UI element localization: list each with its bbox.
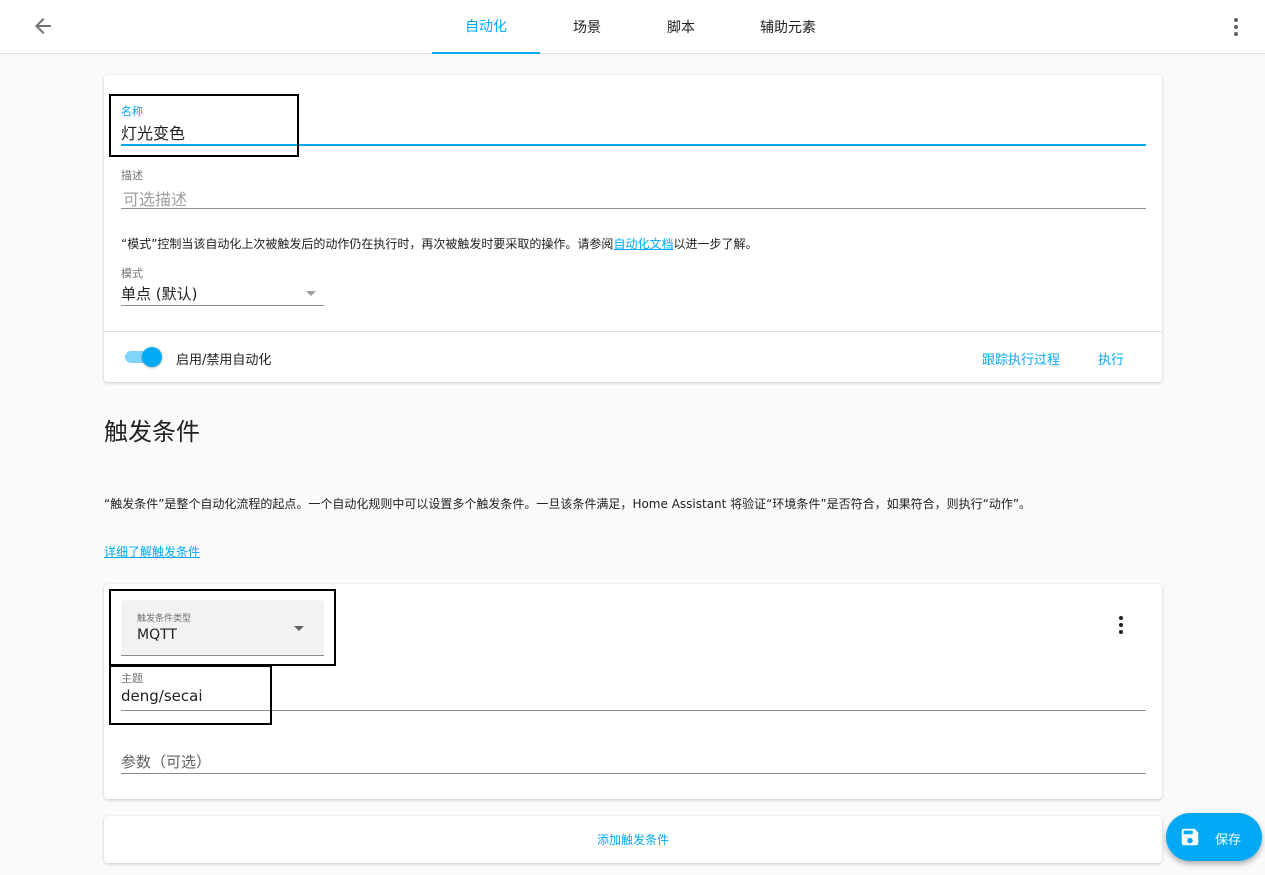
overflow-menu-icon[interactable]	[1224, 15, 1248, 39]
mode-description: “模式”控制当该自动化上次被触发后的动作仍在执行时，再次被触发时要采取的操作。请…	[121, 235, 757, 252]
save-button-label: 保存	[1215, 833, 1242, 848]
dropdown-arrow-icon	[294, 626, 304, 631]
card-actions-divider	[104, 331, 1162, 332]
automation-docs-link[interactable]: 自动化文档	[613, 237, 673, 251]
trigger-type-label: 触发条件类型	[137, 614, 192, 624]
tab-scripts[interactable]: 脚本	[634, 0, 728, 54]
run-button[interactable]: 执行	[1098, 349, 1124, 368]
floppy-disk-icon	[1179, 826, 1201, 848]
toggle-thumb	[142, 347, 162, 367]
mode-select-label: 模式	[121, 267, 143, 280]
topic-field-underline	[121, 710, 1146, 711]
description-field-placeholder: 可选描述	[123, 190, 188, 209]
top-app-bar: 自动化 场景 脚本 辅助元素	[0, 0, 1265, 54]
payload-field[interactable]: 参数（可选）	[121, 744, 1146, 774]
topic-field[interactable]: 主题 deng/secai	[121, 668, 1146, 712]
description-field-underline	[121, 208, 1146, 209]
trigger-type-underline	[121, 655, 324, 656]
topic-field-label: 主题	[121, 672, 143, 685]
trigger-type-select[interactable]: 触发条件类型 MQTT	[121, 600, 324, 656]
topic-field-value: deng/secai	[121, 687, 203, 705]
save-button[interactable]: 保存	[1166, 813, 1262, 861]
mode-description-text-end: 以进一步了解。	[673, 237, 758, 251]
automation-settings-card: 名称 灯光变色 描述 可选描述 “模式”控制当该自动化上次被触发后的动作仍在执行…	[104, 75, 1162, 382]
trigger-card: 触发条件类型 MQTT 主题 deng/secai 参数（可选）	[104, 584, 1162, 799]
add-trigger-button[interactable]: 添加触发条件	[597, 831, 669, 848]
triggers-description: “触发条件”是整个自动化流程的起点。一个自动化规则中可以设置多个触发条件。一旦该…	[104, 497, 1032, 511]
trigger-overflow-menu-icon[interactable]	[1109, 613, 1133, 637]
trigger-type-value: MQTT	[137, 627, 177, 643]
name-field-underline	[121, 144, 1146, 146]
enable-toggle[interactable]	[125, 347, 162, 367]
mode-select[interactable]: 模式 单点 (默认)	[121, 265, 324, 307]
triggers-heading: 触发条件	[104, 418, 200, 446]
mode-select-underline	[121, 305, 324, 306]
learn-more-triggers-link[interactable]: 详细了解触发条件	[104, 543, 200, 560]
name-field[interactable]: 名称 灯光变色	[121, 101, 1146, 146]
enable-toggle-label: 启用/禁用自动化	[176, 353, 272, 368]
name-field-value: 灯光变色	[121, 124, 186, 143]
description-field-label: 描述	[121, 169, 143, 182]
tab-automations[interactable]: 自动化	[432, 0, 540, 54]
tab-scenes[interactable]: 场景	[540, 0, 634, 54]
mode-description-text: “模式”控制当该自动化上次被触发后的动作仍在执行时，再次被触发时要采取的操作。请…	[121, 237, 614, 251]
name-field-label: 名称	[121, 105, 143, 118]
back-arrow-icon[interactable]	[31, 14, 55, 38]
dropdown-arrow-icon	[306, 291, 316, 296]
mode-select-value: 单点 (默认)	[121, 285, 198, 303]
description-field[interactable]: 描述 可选描述	[121, 165, 1146, 210]
add-trigger-card: 添加触发条件	[104, 816, 1162, 863]
tab-helpers[interactable]: 辅助元素	[728, 0, 848, 54]
tab-bar: 自动化 场景 脚本 辅助元素	[432, 0, 848, 54]
trace-button[interactable]: 跟踪执行过程	[982, 349, 1060, 368]
payload-field-underline	[121, 773, 1146, 774]
payload-field-placeholder: 参数（可选）	[121, 753, 212, 771]
